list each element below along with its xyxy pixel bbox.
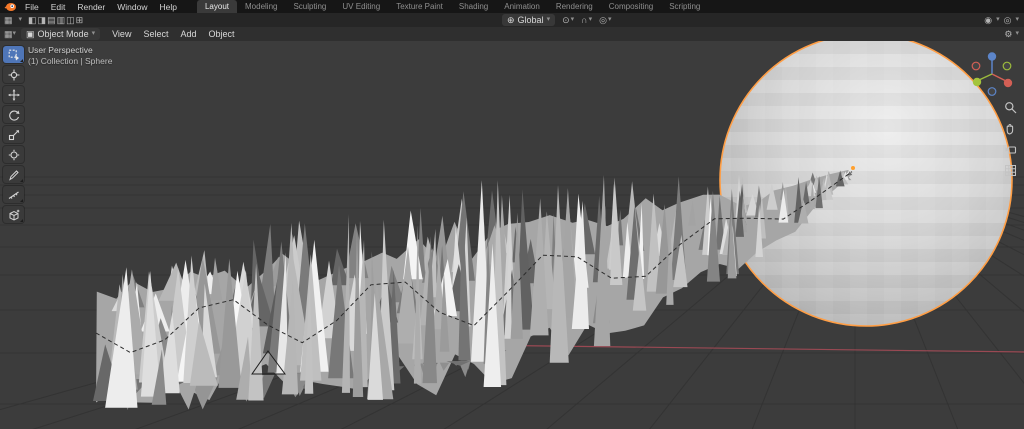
tab-animation[interactable]: Animation: [496, 0, 548, 13]
viewport-header: ▦ ▾ ▣ Object Mode ▾ View Select Add Obje…: [0, 27, 1024, 41]
menu-edit[interactable]: Edit: [45, 2, 72, 12]
menu-window[interactable]: Window: [111, 2, 153, 12]
mode-dropdown[interactable]: ▣ Object Mode ▾: [21, 28, 100, 40]
orthographic-grid-icon[interactable]: [1004, 164, 1017, 177]
rotate-tool-button[interactable]: [3, 106, 24, 123]
chevron-down-icon[interactable]: ▾: [1015, 27, 1019, 41]
move-tool-button[interactable]: [3, 86, 24, 103]
tab-shading[interactable]: Shading: [451, 0, 496, 13]
tab-layout[interactable]: Layout: [197, 0, 237, 13]
plus-grid-icon[interactable]: ⊞: [76, 13, 84, 27]
chevron-down-icon[interactable]: ▾: [996, 13, 1000, 27]
pan-hand-icon[interactable]: [1004, 122, 1017, 135]
gizmo-y-neg: [1003, 62, 1011, 70]
globe-icon: ⊕: [507, 15, 515, 26]
blender-logo-icon[interactable]: [4, 2, 17, 12]
topbar: File Edit Render Window Help Layout Mode…: [0, 0, 1024, 13]
gizmo-y-axis: [973, 78, 981, 86]
camera-view-icon[interactable]: [1004, 143, 1017, 156]
viewport-shading-icon[interactable]: ◉: [984, 13, 992, 27]
view-perspective-label: User Perspective: [28, 45, 93, 55]
menu-select[interactable]: Select: [137, 29, 174, 39]
object-origin-dot[interactable]: [851, 166, 855, 170]
tool-settings-icon[interactable]: ⚙: [1004, 27, 1012, 41]
chevron-down-icon: ▾: [547, 13, 551, 27]
tab-rendering[interactable]: Rendering: [548, 0, 601, 13]
zoom-icon[interactable]: [1004, 101, 1017, 114]
editor-type-icon[interactable]: ▦: [4, 13, 13, 27]
chevron-down-icon: ▾: [92, 27, 96, 41]
transform-orientation-value: Global: [518, 15, 544, 25]
select-box-tool-button[interactable]: [3, 46, 24, 63]
columns-icon[interactable]: ▥: [57, 13, 66, 27]
menu-help[interactable]: Help: [153, 2, 182, 12]
chevron-down-icon[interactable]: ▾: [13, 27, 17, 41]
split-right-icon[interactable]: ◨: [38, 13, 47, 27]
proportional-editing-icon[interactable]: ◎: [599, 13, 607, 27]
tab-modeling[interactable]: Modeling: [237, 0, 285, 13]
tab-scripting[interactable]: Scripting: [661, 0, 708, 13]
chevron-down-icon[interactable]: ▾: [608, 13, 612, 27]
mode-value: Object Mode: [38, 29, 89, 39]
chevron-down-icon[interactable]: ▾: [19, 13, 23, 27]
tab-texture-paint[interactable]: Texture Paint: [388, 0, 451, 13]
measure-tool-button[interactable]: [3, 186, 24, 203]
collection-breadcrumb: (1) Collection | Sphere: [28, 56, 112, 66]
cursor-tool-button[interactable]: [3, 66, 24, 83]
workspace-tabs: Layout Modeling Sculpting UV Editing Tex…: [197, 0, 708, 13]
menu-render[interactable]: Render: [71, 2, 111, 12]
chevron-down-icon[interactable]: ▾: [1015, 13, 1019, 27]
gizmo-x-neg: [972, 62, 980, 70]
transform-orientation-dropdown[interactable]: ⊕ Global ▾: [502, 14, 555, 26]
annotate-tool-button[interactable]: [3, 166, 24, 183]
scale-tool-button[interactable]: [3, 126, 24, 143]
terrain-object[interactable]: [93, 170, 852, 410]
chevron-down-icon[interactable]: ▾: [589, 13, 593, 27]
menu-view[interactable]: View: [106, 29, 137, 39]
viewport[interactable]: User Perspective (1) Collection | Sphere: [0, 41, 1024, 429]
panel-icon[interactable]: ◫: [66, 13, 75, 27]
tab-sculpting[interactable]: Sculpting: [285, 0, 334, 13]
tab-uv-editing[interactable]: UV Editing: [334, 0, 388, 13]
chevron-down-icon[interactable]: ▾: [571, 13, 575, 27]
menu-file[interactable]: File: [19, 2, 45, 12]
object-mode-icon: ▣: [26, 29, 35, 40]
gizmo-z-neg: [988, 88, 996, 96]
tool-column: [3, 46, 24, 223]
transform-tool-button[interactable]: [3, 146, 24, 163]
menu-object[interactable]: Object: [202, 29, 240, 39]
viewport-canvas[interactable]: [0, 41, 1024, 429]
add-cube-tool-button[interactable]: [3, 206, 24, 223]
menu-add[interactable]: Add: [174, 29, 202, 39]
pivot-point-icon[interactable]: ⊙: [562, 13, 570, 27]
viewport-editor-icon[interactable]: ▦: [4, 27, 13, 41]
viewport-controls: [1004, 101, 1017, 177]
snap-magnet-icon[interactable]: ∩: [581, 13, 587, 27]
gizmo-x-axis: [1004, 79, 1012, 87]
overlays-icon[interactable]: ◎: [1004, 13, 1012, 27]
rows-icon[interactable]: ▤: [47, 13, 56, 27]
split-left-icon[interactable]: ◧: [28, 13, 37, 27]
navigation-gizmo[interactable]: [968, 47, 1020, 104]
gizmo-z-axis: [988, 52, 996, 60]
tab-compositing[interactable]: Compositing: [601, 0, 661, 13]
tool-settings-bar: ▦ ▾ ◧ ◨ ▤ ▥ ◫ ⊞ ⊕ Global ▾ ⊙ ▾ ∩ ▾ ◎ ▾ ◉: [0, 13, 1024, 27]
